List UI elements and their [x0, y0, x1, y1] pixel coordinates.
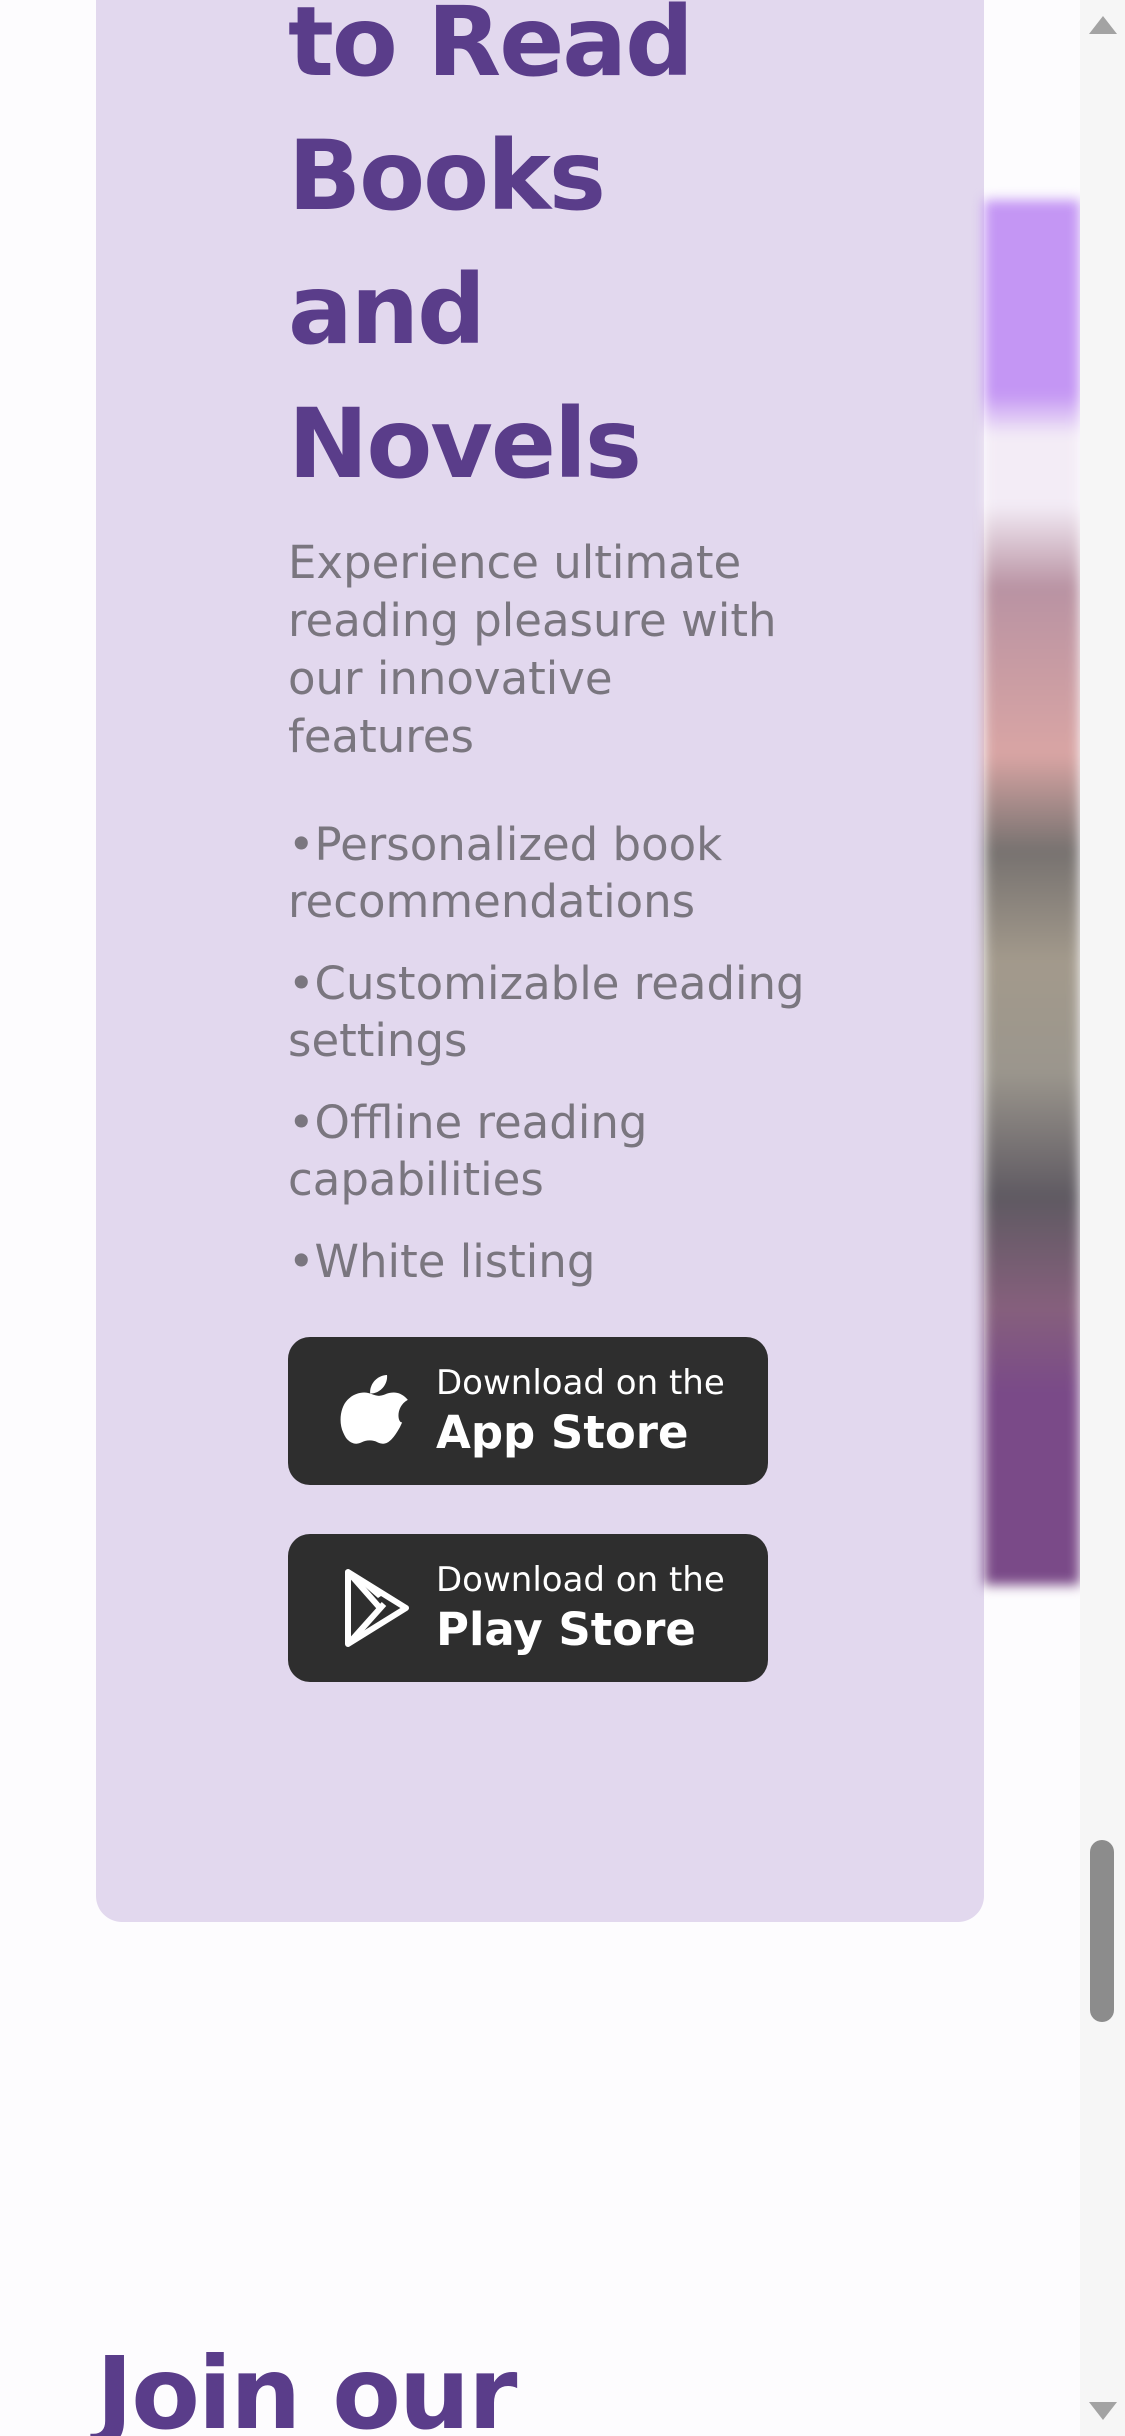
feature-item: White listing — [288, 1233, 808, 1290]
app-store-small-label: Download on the — [436, 1363, 725, 1403]
google-play-icon — [345, 1569, 409, 1647]
play-store-small-label: Download on the — [436, 1560, 725, 1600]
scroll-down-arrow-icon[interactable] — [1089, 2402, 1117, 2420]
app-store-button[interactable]: Download on the App Store — [288, 1337, 768, 1485]
scrollbar-thumb[interactable] — [1090, 1840, 1114, 2022]
play-store-button[interactable]: Download on the Play Store — [288, 1534, 768, 1682]
app-store-big-label: App Store — [436, 1406, 689, 1459]
join-heading: Join our — [96, 2335, 517, 2436]
page: to Read Books and Novels Experience ulti… — [0, 0, 1080, 2436]
feature-list: Personalized book recommendations Custom… — [288, 816, 808, 1315]
apple-icon — [340, 1374, 408, 1444]
feature-item: Customizable reading settings — [288, 955, 808, 1069]
hero-title-line-2: Books — [288, 120, 606, 232]
hero-title-line-4: Novels — [288, 388, 642, 500]
feature-item: Personalized book recommendations — [288, 816, 808, 930]
play-store-big-label: Play Store — [436, 1603, 696, 1656]
hero-title-line-1: to Read — [288, 0, 694, 98]
scroll-up-arrow-icon[interactable] — [1089, 16, 1117, 34]
feature-item: Offline reading capabilities — [288, 1094, 808, 1208]
scrollbar[interactable] — [1080, 0, 1125, 2436]
hero-title-line-3: and — [288, 254, 486, 366]
hero-image — [984, 200, 1080, 1585]
hero-subtitle: Experience ultimate reading pleasure wit… — [288, 536, 777, 763]
